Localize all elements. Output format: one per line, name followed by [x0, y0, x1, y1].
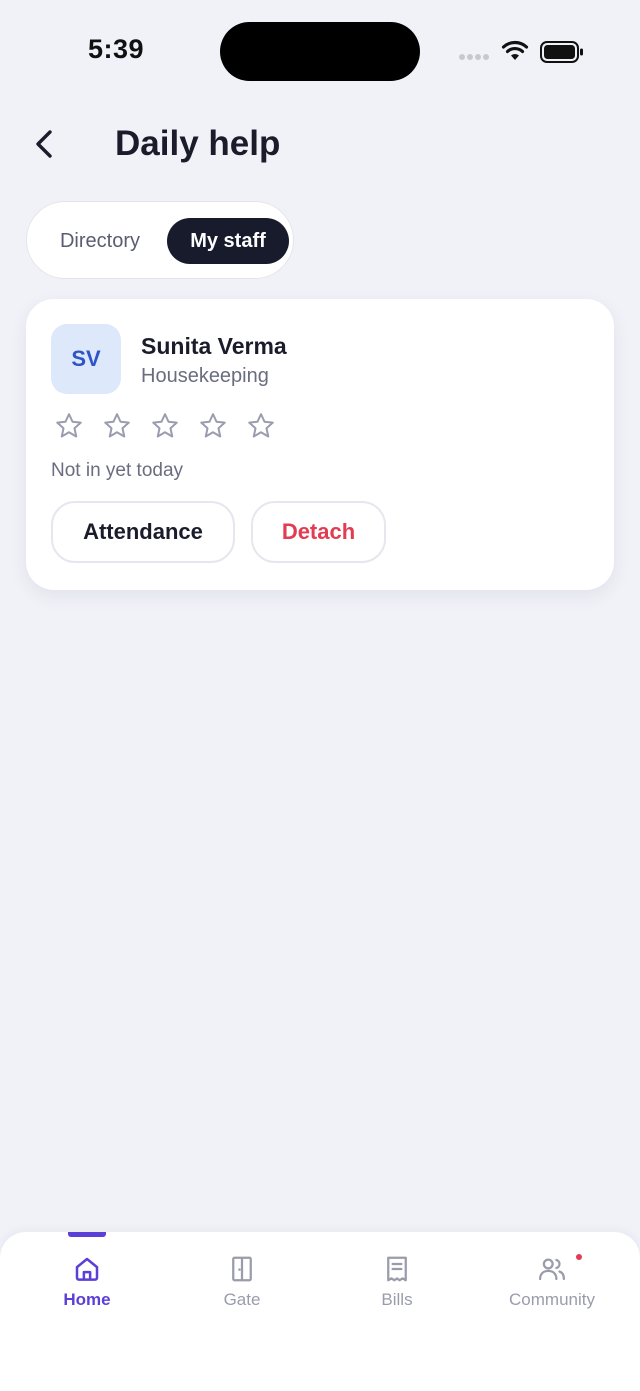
- wifi-icon: [501, 40, 529, 60]
- people-icon: [539, 1258, 565, 1281]
- staff-name: Sunita Verma: [141, 333, 287, 359]
- tab-gate[interactable]: Gate: [187, 1254, 297, 1334]
- tab-bills[interactable]: Bills: [342, 1254, 452, 1334]
- tab-home-label: Home: [63, 1290, 111, 1309]
- receipt-icon: [387, 1256, 407, 1282]
- tab-community[interactable]: Community: [497, 1254, 607, 1334]
- battery-icon: [540, 41, 583, 63]
- tab-my-staff[interactable]: My staff: [167, 218, 289, 264]
- star-icon[interactable]: [102, 411, 132, 441]
- active-tab-indicator: [68, 1232, 106, 1237]
- notification-badge: [576, 1254, 582, 1260]
- tab-gate-label: Gate: [223, 1290, 261, 1309]
- status-bar: 5:39: [0, 0, 640, 100]
- home-icon: [75, 1257, 99, 1281]
- chevron-left-icon: [36, 130, 52, 158]
- star-rating: [54, 411, 276, 445]
- back-button[interactable]: [28, 126, 64, 162]
- status-time: 5:39: [88, 34, 145, 64]
- avatar: SV: [51, 324, 121, 394]
- dynamic-island: [220, 22, 420, 81]
- header: Daily help: [0, 110, 640, 180]
- page-title: Daily help: [115, 124, 281, 163]
- star-icon[interactable]: [54, 411, 84, 441]
- tab-community-label: Community: [509, 1290, 595, 1309]
- detach-button[interactable]: Detach: [251, 501, 386, 563]
- staff-card: SV Sunita Verma Housekeeping Not in yet …: [26, 299, 614, 590]
- bottom-tab-bar: Home Gate Bills Community: [0, 1232, 640, 1391]
- staff-role: Housekeeping: [141, 365, 269, 387]
- star-icon[interactable]: [246, 411, 276, 441]
- star-icon[interactable]: [150, 411, 180, 441]
- attendance-status: Not in yet today: [51, 460, 184, 481]
- tab-home[interactable]: Home: [32, 1254, 142, 1334]
- attendance-button[interactable]: Attendance: [51, 501, 235, 563]
- tab-bills-label: Bills: [381, 1290, 413, 1309]
- cellular-signal-icon: [459, 54, 489, 60]
- door-icon: [232, 1256, 252, 1282]
- star-icon[interactable]: [198, 411, 228, 441]
- segmented-control: Directory My staff: [26, 201, 294, 279]
- tab-directory[interactable]: Directory: [41, 218, 159, 264]
